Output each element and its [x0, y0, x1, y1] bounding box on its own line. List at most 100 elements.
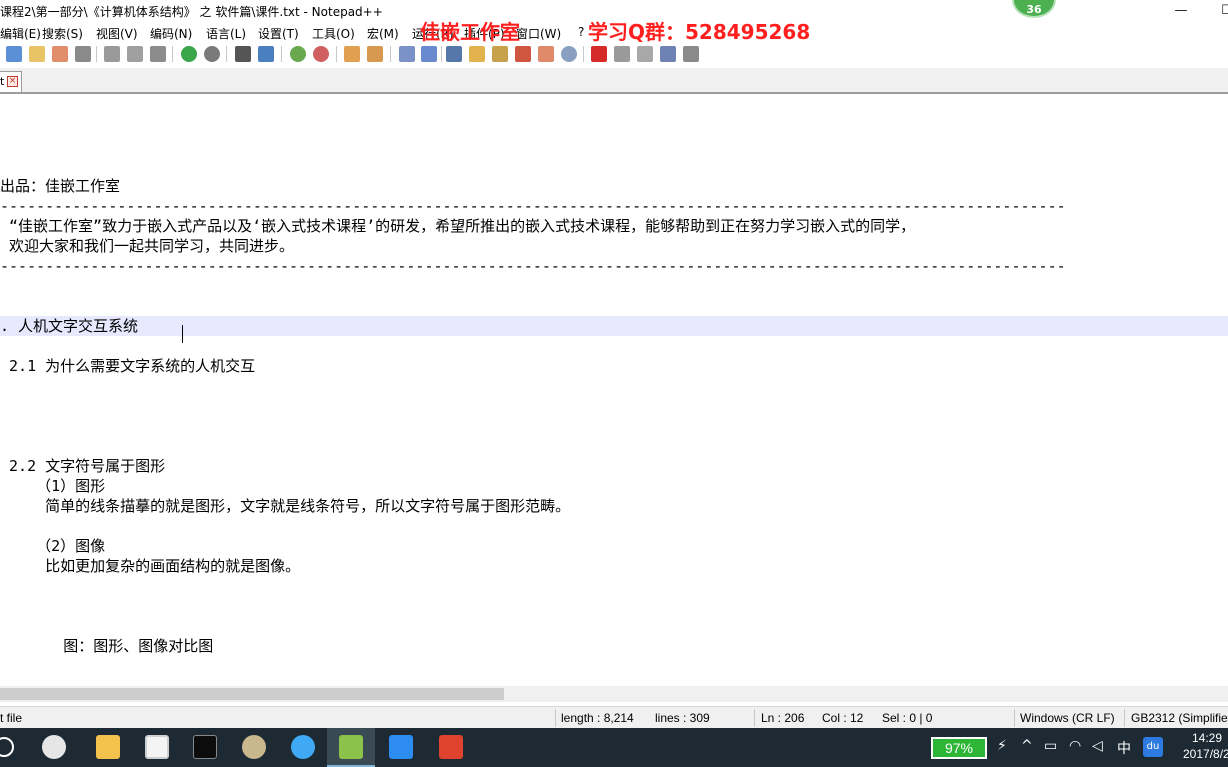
status-selection: Sel : 0 | 0: [882, 711, 933, 725]
scrollbar-thumb[interactable]: [0, 688, 504, 700]
baidu-icon[interactable]: du: [1143, 737, 1163, 757]
stop-record-icon[interactable]: [614, 46, 630, 62]
play-macro-icon[interactable]: [637, 46, 653, 62]
taskbar-app-explorer[interactable]: [84, 728, 132, 767]
toolbar-separator: [336, 46, 337, 62]
find-icon[interactable]: [235, 46, 251, 62]
menu-encoding[interactable]: 编码(N): [150, 25, 192, 42]
taskbar-app-pinwheel[interactable]: [30, 728, 78, 767]
taskbar: 97% ⚡ ^ ▭ ◠ ◁ 中 du 14:29 2017/8/2: [0, 728, 1228, 767]
editor-line: （2）图像: [0, 537, 106, 555]
menu-search[interactable]: 搜索(S): [42, 25, 83, 42]
network-adapter-icon[interactable]: ▭: [1044, 738, 1057, 754]
clock-date[interactable]: 2017/8/2: [1183, 747, 1228, 761]
copy-icon[interactable]: [127, 46, 143, 62]
open-file-icon[interactable]: [29, 46, 45, 62]
run-macro-multiple-icon[interactable]: [660, 46, 676, 62]
document-map-icon[interactable]: [492, 46, 508, 62]
menu-macro[interactable]: 宏(M): [367, 25, 399, 42]
qq-group-watermark: 学习Q群：528495268: [588, 20, 811, 44]
replace-icon[interactable]: [258, 46, 274, 62]
search-button[interactable]: [0, 728, 30, 767]
status-file-type: t file: [0, 711, 23, 725]
menu-tools[interactable]: 工具(O): [312, 25, 355, 42]
taskbar-app-terminal[interactable]: [181, 728, 229, 767]
window-title: 课程2\第一部分\《计算机体系结构》 之 软件篇\课件.txt - Notepa…: [0, 5, 383, 19]
save-icon[interactable]: [52, 46, 68, 62]
toolbar-separator: [441, 46, 442, 62]
status-separator: [1014, 709, 1015, 727]
editor-line: 2.1 为什么需要文字系统的人机交互: [0, 357, 256, 375]
folder-icon: [96, 735, 120, 759]
menu-help[interactable]: ?: [578, 25, 584, 39]
editor-line: （1）图形: [0, 477, 106, 495]
text-editor[interactable]: 出品：佳嵌工作室 -------------------------------…: [0, 96, 1228, 686]
taskbar-app-photos[interactable]: [133, 728, 181, 767]
status-length: length : 8,214: [561, 711, 634, 725]
status-bar: t file length : 8,214 lines : 309 Ln : 2…: [0, 706, 1228, 728]
toolbar-separator: [172, 46, 173, 62]
minimize-button[interactable]: —: [1158, 0, 1204, 22]
sync-vertical-icon[interactable]: [344, 46, 360, 62]
editor-line: 比如更加复杂的画面结构的就是图像。: [0, 557, 301, 575]
wifi-icon[interactable]: ◠: [1069, 738, 1081, 754]
taskbar-app-paint[interactable]: [230, 728, 278, 767]
editor-line: 2.2 文字符号属于图形: [0, 457, 166, 475]
status-line-number: Ln : 206: [761, 711, 805, 725]
notification-badge[interactable]: 36: [1012, 0, 1056, 18]
taskbar-app-wps[interactable]: [377, 728, 425, 767]
taskbar-app-chat[interactable]: [279, 728, 327, 767]
redo-icon[interactable]: [204, 46, 220, 62]
print-icon[interactable]: [75, 46, 91, 62]
toolbar-separator: [96, 46, 97, 62]
status-separator: [1124, 709, 1125, 727]
toolbar-separator: [390, 46, 391, 62]
status-separator: [555, 709, 556, 727]
ime-indicator[interactable]: 中: [1117, 738, 1131, 758]
save-macro-icon[interactable]: [683, 46, 699, 62]
word-wrap-icon[interactable]: [399, 46, 415, 62]
horizontal-scrollbar[interactable]: [0, 686, 1228, 702]
function-list-icon[interactable]: [515, 46, 531, 62]
editor-line: ----------------------------------------…: [0, 257, 1066, 275]
text-caret: [182, 325, 183, 343]
menu-window[interactable]: 窗口(W): [516, 25, 561, 42]
folder-workspace-icon[interactable]: [538, 46, 554, 62]
tab-bar: t ×: [0, 68, 1228, 94]
indent-guide-icon[interactable]: [446, 46, 462, 62]
new-file-icon[interactable]: [6, 46, 22, 62]
zoom-in-icon[interactable]: [290, 46, 306, 62]
user-language-icon[interactable]: [469, 46, 485, 62]
record-macro-icon[interactable]: [591, 46, 607, 62]
volume-icon[interactable]: ◁: [1092, 738, 1103, 754]
pinwheel-icon: [42, 735, 66, 759]
menu-edit[interactable]: 编辑(E): [0, 25, 41, 42]
status-lines: lines : 309: [655, 711, 710, 725]
chevron-up-icon[interactable]: ^: [1021, 738, 1033, 754]
zoom-out-icon[interactable]: [313, 46, 329, 62]
tab-courseware[interactable]: t ×: [0, 71, 22, 92]
battery-indicator[interactable]: 97%: [931, 737, 987, 759]
toolbar-separator: [226, 46, 227, 62]
monitoring-icon[interactable]: [561, 46, 577, 62]
editor-line: 图：图形、图像对比图: [0, 637, 214, 655]
undo-icon[interactable]: [181, 46, 197, 62]
editor-line: 出品：佳嵌工作室: [0, 177, 121, 195]
sync-horizontal-icon[interactable]: [367, 46, 383, 62]
taskbar-app-camtasia[interactable]: [427, 728, 475, 767]
menu-language[interactable]: 语言(L): [206, 25, 246, 42]
power-plug-icon[interactable]: ⚡: [997, 738, 1007, 754]
clock-time[interactable]: 14:29: [1192, 731, 1222, 745]
maximize-button[interactable]: ☐: [1204, 0, 1228, 22]
paste-icon[interactable]: [150, 46, 166, 62]
tab-close-icon[interactable]: ×: [7, 76, 18, 87]
editor-line: “佳嵌工作室”致力于嵌入式产品以及‘嵌入式技术课程’的研发，希望所推出的嵌入式技…: [0, 217, 916, 235]
cut-icon[interactable]: [104, 46, 120, 62]
tab-label: t: [0, 75, 5, 88]
menu-view[interactable]: 视图(V): [96, 25, 138, 42]
show-all-chars-icon[interactable]: [421, 46, 437, 62]
status-column: Col : 12: [822, 711, 864, 725]
menu-settings[interactable]: 设置(T): [258, 25, 299, 42]
toolbar: [0, 42, 1228, 66]
taskbar-app-notepadpp[interactable]: [327, 728, 375, 767]
